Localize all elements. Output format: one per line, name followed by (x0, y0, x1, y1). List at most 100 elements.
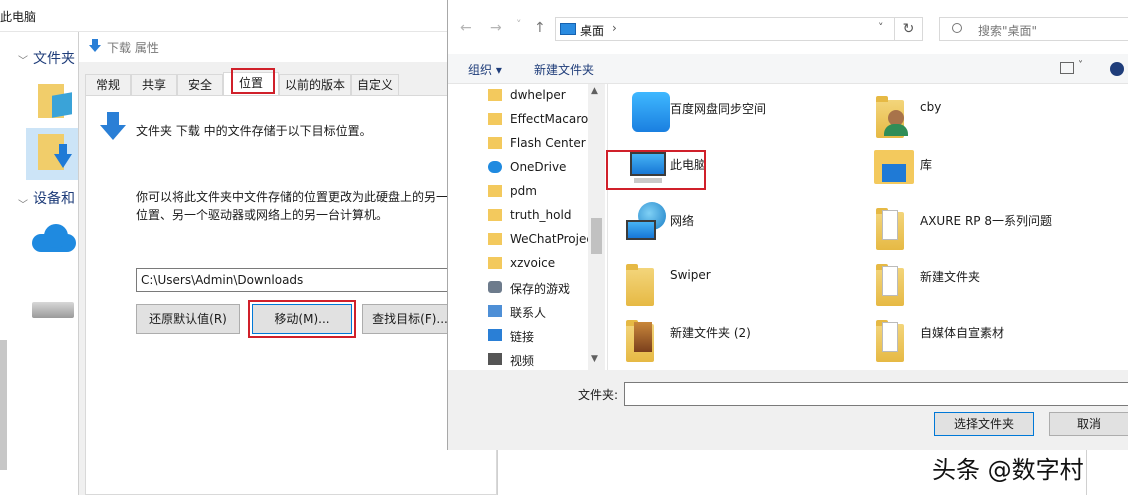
grid-item[interactable]: Swiper (620, 254, 870, 310)
tree-item-label: 保存的游戏 (510, 282, 571, 296)
scroll-up-icon[interactable]: ▲ (591, 86, 598, 96)
grid-item-label: 百度网盘同步空间 (670, 102, 767, 116)
select-folder-dialog: ← → ˅ ↑ 桌面 › ˅ ↻ 搜索"桌面" 组织 ▾ 新建文件夹 ˅ dwh… (447, 0, 1128, 450)
grid-item[interactable]: 网络 (620, 198, 870, 254)
grid-item-label: 网络 (670, 214, 695, 228)
dialog-navigation-bar: ← → ˅ ↑ 桌面 › ˅ ↻ 搜索"桌面" (448, 0, 1128, 54)
links-icon (488, 329, 502, 341)
tree-item-label: truth_hold (510, 208, 572, 222)
tree-item-label: xzvoice (510, 256, 556, 270)
highlight-box-this-pc (606, 150, 706, 190)
back-arrow-icon[interactable]: ← (460, 20, 472, 36)
tree-item-label: dwhelper (510, 88, 566, 102)
folder-icon (488, 113, 502, 125)
search-input[interactable]: 搜索"桌面" (939, 17, 1128, 41)
scroll-down-icon[interactable]: ▼ (591, 354, 598, 364)
tab-general[interactable]: 常规 (85, 74, 131, 96)
folder-icon (488, 89, 502, 101)
tab-previous-versions[interactable]: 以前的版本 (279, 74, 351, 96)
tree-item-label: 视频 (510, 354, 535, 368)
library-icon (870, 142, 920, 198)
3d-objects-icon[interactable] (38, 80, 74, 120)
user-folder-icon (870, 86, 920, 142)
folder-content-grid: 百度网盘同步空间 cby 此电脑库网络 AXURE RP 8一系列问题 Swiper 新建… (606, 84, 1128, 370)
search-placeholder: 搜索"桌面" (978, 24, 1038, 38)
view-dropdown-icon[interactable]: ˅ (1078, 60, 1083, 71)
background-window-title: 此电脑 (0, 10, 37, 24)
refresh-icon[interactable]: ↻ (895, 17, 923, 41)
grid-item-label: 新建文件夹 (2) (670, 326, 751, 340)
nav-section-folders[interactable]: 文件夹 (33, 48, 75, 68)
location-info-line1: 你可以将此文件夹中文件存储的位置更改为此硬盘上的另一 (136, 190, 449, 204)
up-arrow-icon[interactable]: ↑ (534, 20, 546, 36)
grid-item-label: cby (920, 100, 942, 114)
folder-icon (488, 137, 502, 149)
tree-item-label: 联系人 (510, 306, 547, 320)
grid-item[interactable]: 自媒体自宣素材 (870, 310, 1120, 366)
forward-arrow-icon[interactable]: → (490, 20, 502, 36)
drive-icon[interactable] (32, 302, 74, 318)
restore-default-button[interactable]: 还原默认值(R) (136, 304, 240, 334)
grid-item[interactable]: 新建文件夹 (870, 254, 1120, 310)
nav-section-devices[interactable]: 设备和 (33, 188, 75, 208)
folder-field-label: 文件夹: (578, 388, 619, 402)
chevron-down-icon[interactable]: ﹀ (18, 52, 28, 67)
address-dropdown-icon[interactable]: ˅ (878, 21, 884, 34)
tree-item-label: pdm (510, 184, 537, 198)
grid-item[interactable]: 百度网盘同步空间 (620, 86, 870, 142)
recent-dropdown-icon[interactable]: ˅ (516, 18, 522, 31)
folder-icon (488, 185, 502, 197)
properties-dialog: 下载 属性 常规 共享 安全 位置 以前的版本 自定义 文件夹 下载 中的文件存… (78, 32, 499, 495)
address-chevron-icon[interactable]: › (612, 21, 617, 35)
cloud-icon[interactable] (32, 224, 78, 254)
image-folder-icon (620, 310, 670, 366)
help-icon[interactable] (1110, 62, 1124, 76)
contacts-icon (488, 305, 502, 317)
tree-item-label: Flash Center (510, 136, 586, 150)
tab-security[interactable]: 安全 (177, 74, 223, 96)
chevron-down-icon[interactable]: ﹀ (18, 196, 28, 211)
folder-tree: dwhelper EffectMacaro Flash Center OneDrive… (448, 84, 608, 370)
new-folder-button[interactable]: 新建文件夹 (534, 61, 594, 78)
grid-item[interactable]: AXURE RP 8一系列问题 (870, 198, 1120, 254)
address-location[interactable]: 桌面 (580, 22, 604, 39)
network-icon (620, 198, 670, 254)
view-options-icon[interactable] (1060, 62, 1074, 74)
address-bar[interactable]: 桌面 › ˅ (555, 17, 895, 41)
find-target-button[interactable]: 查找目标(F)... (362, 304, 458, 334)
background-scrollbar[interactable] (0, 340, 7, 470)
location-description: 文件夹 下载 中的文件存储于以下目标位置。 (136, 124, 372, 138)
saved-games-icon (488, 281, 502, 293)
highlight-box-move (248, 300, 356, 338)
highlight-box-tab (231, 68, 275, 94)
tab-customize[interactable]: 自定义 (351, 74, 399, 96)
tab-sharing[interactable]: 共享 (131, 74, 177, 96)
grid-item[interactable]: 库 (870, 142, 1120, 198)
location-path-input[interactable]: C:\Users\Admin\Downloads (136, 268, 456, 292)
background-nav-pane: ﹀ 文件夹 ﹀ 设备和 (0, 32, 80, 495)
organize-menu[interactable]: 组织 ▾ (468, 61, 502, 78)
grid-item[interactable]: 新建文件夹 (2) (620, 310, 870, 366)
download-arrow-icon (89, 39, 101, 53)
search-icon (952, 23, 962, 33)
download-arrow-icon (100, 112, 126, 142)
grid-item-label: AXURE RP 8一系列问题 (920, 214, 1052, 228)
location-tab-page: 文件夹 下载 中的文件存储于以下目标位置。 你可以将此文件夹中文件存储的位置更改… (85, 95, 497, 495)
folder-name-input[interactable] (624, 382, 1128, 406)
grid-item-label: 库 (920, 158, 933, 172)
tree-item-label: EffectMacaro (510, 112, 589, 126)
background-window-titlebar: 此电脑 (0, 0, 460, 32)
document-folder-icon (870, 198, 920, 254)
tree-scroll-thumb[interactable] (591, 218, 602, 254)
rear-window-scrollbar[interactable] (1086, 448, 1116, 495)
folder-icon (620, 254, 670, 310)
downloads-folder-icon[interactable] (26, 128, 78, 180)
document-folder-icon (870, 310, 920, 366)
grid-item[interactable]: cby (870, 86, 1120, 142)
watermark-text: 头条 @数字村 (932, 456, 1084, 484)
cancel-button[interactable]: 取消 (1049, 412, 1128, 436)
cloud-icon (488, 161, 502, 173)
tree-item-label: WeChatProjec (510, 232, 593, 246)
folder-icon (488, 233, 502, 245)
select-folder-button[interactable]: 选择文件夹 (934, 412, 1034, 436)
